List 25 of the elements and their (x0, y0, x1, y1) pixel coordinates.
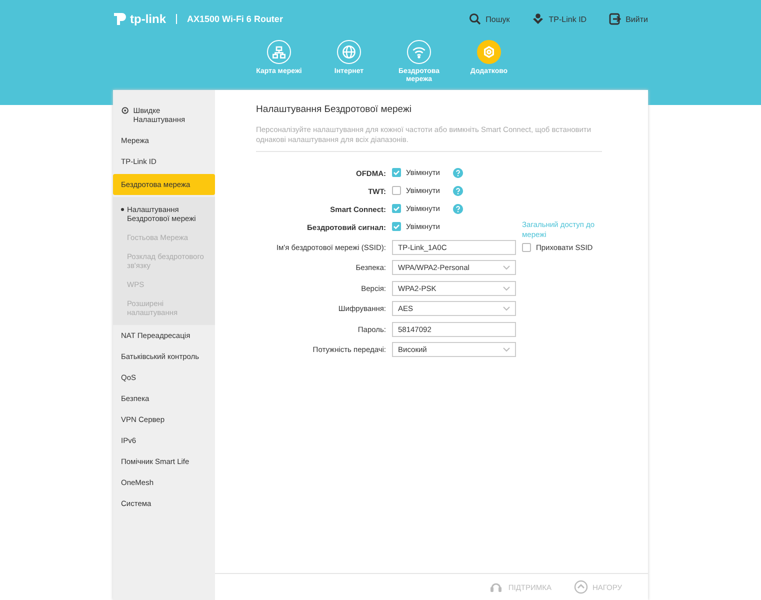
network-icon (267, 40, 291, 64)
chevron-down-icon (503, 265, 510, 270)
help-icon[interactable] (452, 168, 463, 178)
header-link[interactable]: Пошук (468, 13, 510, 25)
globe-icon (337, 40, 361, 64)
help-icon[interactable] (452, 204, 463, 214)
headset-icon (489, 580, 504, 594)
header-link[interactable]: Вийти (608, 13, 648, 25)
checkbox[interactable] (392, 168, 401, 177)
gear-icon (477, 40, 501, 64)
help-icon[interactable] (452, 186, 463, 196)
search-icon (468, 13, 481, 25)
checkbox[interactable] (392, 186, 401, 195)
checkbox[interactable] (522, 242, 531, 252)
wifi-icon (407, 40, 431, 64)
person-icon (532, 13, 544, 25)
header-link[interactable]: TP-Link ID (532, 13, 587, 25)
logout-icon (608, 13, 621, 25)
chevron-down-icon (503, 286, 510, 291)
chevron-down-icon (503, 347, 510, 352)
model-name: AX1500 Wi-Fi 6 Router (187, 14, 283, 24)
chevron-down-icon (503, 306, 510, 312)
checkbox[interactable] (392, 222, 401, 230)
section-title: Налаштування Бездротової мережі (256, 104, 412, 115)
checkbox[interactable] (392, 204, 401, 213)
